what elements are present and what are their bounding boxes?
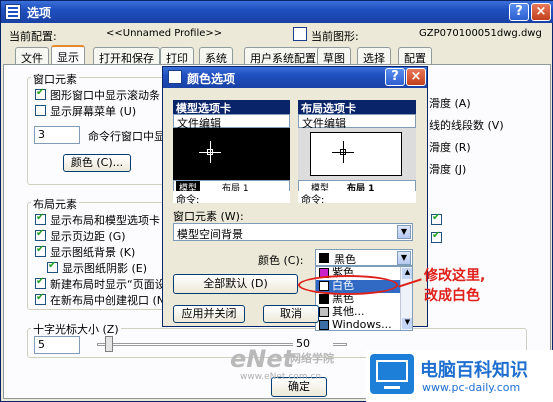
- dialog-title: 颜色选项: [187, 72, 236, 86]
- margins-checkbox[interactable]: [35, 228, 46, 241]
- brand-name: 电脑百科知识: [420, 360, 528, 381]
- help-icon[interactable]: ?: [509, 3, 529, 21]
- screen-menu-checkbox[interactable]: [35, 105, 46, 116]
- right-checkbox-1[interactable]: [431, 212, 442, 225]
- annotation-text-1: 修改这里,: [424, 268, 486, 284]
- tab-profiles[interactable]: 配置: [398, 47, 432, 65]
- drawing-icon: [293, 27, 307, 41]
- model-preview-canvas[interactable]: [173, 128, 290, 180]
- current-drawing-label: 当前图形:: [311, 30, 359, 43]
- restore-all-defaults-button[interactable]: 全部默认 (D): [173, 274, 298, 294]
- color-select[interactable]: 黑色 ▼: [315, 249, 413, 266]
- contour-smoothness-label: 滑度 (J): [429, 163, 467, 176]
- paper-shadow-checkbox[interactable]: [47, 260, 58, 273]
- polyline-segments-label: 线的线段数 (V): [429, 119, 504, 132]
- color-label: 颜色 (C):: [258, 254, 304, 267]
- crosshair-heading: 十字光标大小 (Z): [31, 321, 121, 337]
- apply-close-button[interactable]: 应用并关闭: [173, 305, 245, 323]
- model-text-edit[interactable]: 文件编辑: [173, 114, 290, 130]
- window-element-label: 窗口元素 (W):: [173, 210, 244, 223]
- tab-drafting[interactable]: 草图: [317, 47, 351, 65]
- close-icon[interactable]: ×: [531, 3, 551, 21]
- scrollbars-label: 图形窗口中显示滚动条 (S): [50, 89, 180, 102]
- paper-shadow-label: 显示图纸阴影 (E): [62, 262, 148, 275]
- scrollbars-checkbox[interactable]: [35, 87, 46, 100]
- current-profile-value: <<Unnamed Profile>>: [106, 28, 223, 39]
- dialog-title-bar[interactable]: 颜色选项 ? ×: [163, 67, 427, 88]
- create-viewport-checkbox[interactable]: [35, 292, 46, 305]
- screen-menu-label: 显示屏幕菜单 (U): [50, 105, 137, 118]
- layout-elements-heading: 布局元素: [31, 196, 79, 212]
- command-lines-input[interactable]: 3: [34, 126, 80, 144]
- layout-tabs-label: 显示布局和模型选项卡 (L): [50, 214, 179, 227]
- current-drawing-value: GZP070100051dwg.dwg: [419, 28, 542, 39]
- tab-system[interactable]: 系统: [199, 47, 233, 65]
- scroll-down-icon[interactable]: ▼: [402, 318, 412, 329]
- dialog-icon: [168, 70, 182, 84]
- layout-tab-header: 布局选项卡: [298, 100, 416, 115]
- page-setup-label: 新建布局时显示“页面设: [50, 278, 166, 291]
- layout-command-line: 命令:: [298, 191, 416, 206]
- chevron-down-icon[interactable]: ▼: [397, 251, 411, 265]
- color-option-windows[interactable]: Windows...: [316, 319, 400, 330]
- layout-tabs-checkbox[interactable]: [35, 212, 46, 225]
- page-setup-checkbox[interactable]: [35, 276, 46, 289]
- chevron-down-icon[interactable]: ▼: [397, 225, 411, 239]
- color-button[interactable]: 颜色 (C)...: [63, 154, 131, 172]
- scroll-up-icon[interactable]: ▲: [402, 268, 412, 279]
- window-title: 选项: [27, 6, 52, 20]
- brand-watermark: 电脑百科知识 www.pc-daily.com: [366, 350, 553, 402]
- tab-selection[interactable]: 选择: [357, 47, 391, 65]
- title-bar[interactable]: 选项 ? ×: [1, 1, 553, 23]
- tab-plot[interactable]: 打印: [160, 47, 194, 65]
- command-lines-label: 命令行窗口中显: [88, 130, 165, 143]
- enet-logo: eNet: [230, 345, 295, 373]
- model-tab-header: 模型选项卡: [173, 100, 290, 115]
- model-command-line: 命令:: [173, 191, 290, 206]
- arc-smoothness-label: 滑度 (A): [429, 97, 471, 110]
- window-elements-heading: 窗口元素: [31, 71, 79, 87]
- margins-label: 显示页边距 (G): [50, 230, 126, 243]
- paper-bg-label: 显示图纸背景 (K): [50, 246, 136, 259]
- dialog-close-icon[interactable]: ×: [406, 68, 426, 86]
- tab-user-preferences[interactable]: 用户系统配置: [244, 47, 322, 65]
- window-element-select[interactable]: 模型空间背景 ▼: [173, 223, 413, 241]
- crosshair-size-input[interactable]: 5: [34, 336, 80, 354]
- enet-small-text: 网络学院: [290, 352, 334, 365]
- layout-preview-canvas[interactable]: [298, 128, 416, 180]
- annotation-circle: [298, 275, 398, 295]
- color-swatch: [319, 253, 329, 263]
- monitor-icon: [370, 354, 414, 394]
- app-icon: [5, 4, 21, 20]
- dropdown-scrollbar[interactable]: ▲ ▼: [400, 267, 412, 330]
- paper-bg-checkbox[interactable]: [35, 244, 46, 257]
- current-profile-label: 当前配置:: [9, 30, 57, 43]
- tab-open-save[interactable]: 打开和保存: [93, 47, 160, 65]
- annotation-text-2: 改成白色: [424, 288, 480, 304]
- render-smoothness-label: 滑度 (R): [429, 141, 471, 154]
- tab-display[interactable]: 显示: [51, 45, 85, 65]
- brand-url: www.pc-daily.com: [422, 381, 521, 394]
- cancel-button[interactable]: 取消: [263, 305, 319, 323]
- enet-url: www.eNet.com.cn: [240, 372, 322, 382]
- right-checkbox-2[interactable]: [431, 230, 442, 243]
- create-viewport-label: 在新布局中创建视口 (N): [50, 294, 170, 307]
- tab-files[interactable]: 文件: [15, 47, 49, 65]
- crosshair-slider-thumb[interactable]: [105, 336, 113, 352]
- dialog-help-icon[interactable]: ?: [385, 68, 405, 86]
- layout-text-edit[interactable]: 文件编辑: [298, 114, 416, 130]
